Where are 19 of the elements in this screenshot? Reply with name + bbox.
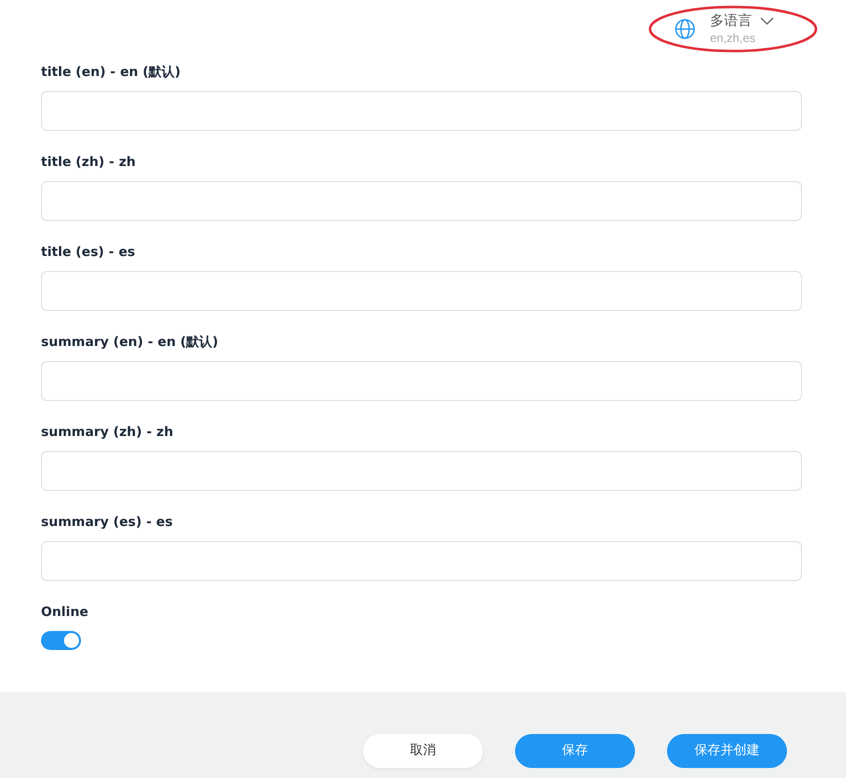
globe-icon [674,18,696,40]
online-toggle[interactable] [41,631,81,650]
text-field[interactable] [41,181,802,221]
field-label: Online [41,604,90,622]
text-field[interactable] [41,271,802,311]
field-label: title (zh) - zh [41,154,137,172]
language-codes: en,zh,es [710,30,756,46]
text-field[interactable] [41,91,802,131]
field-label: title (en) - en (默认) [41,64,182,82]
text-field[interactable] [41,361,802,401]
text-field[interactable] [41,451,802,491]
cancel-button[interactable]: 取消 [363,734,483,768]
field-label: summary (zh) - zh [41,424,174,442]
field-label: summary (en) - en (默认) [41,334,220,352]
field-label: title (es) - es [41,244,136,262]
field-label: summary (es) - es [41,514,174,532]
chevron-down-icon [760,16,774,26]
text-field[interactable] [41,541,802,581]
language-label: 多语言 [710,12,752,30]
